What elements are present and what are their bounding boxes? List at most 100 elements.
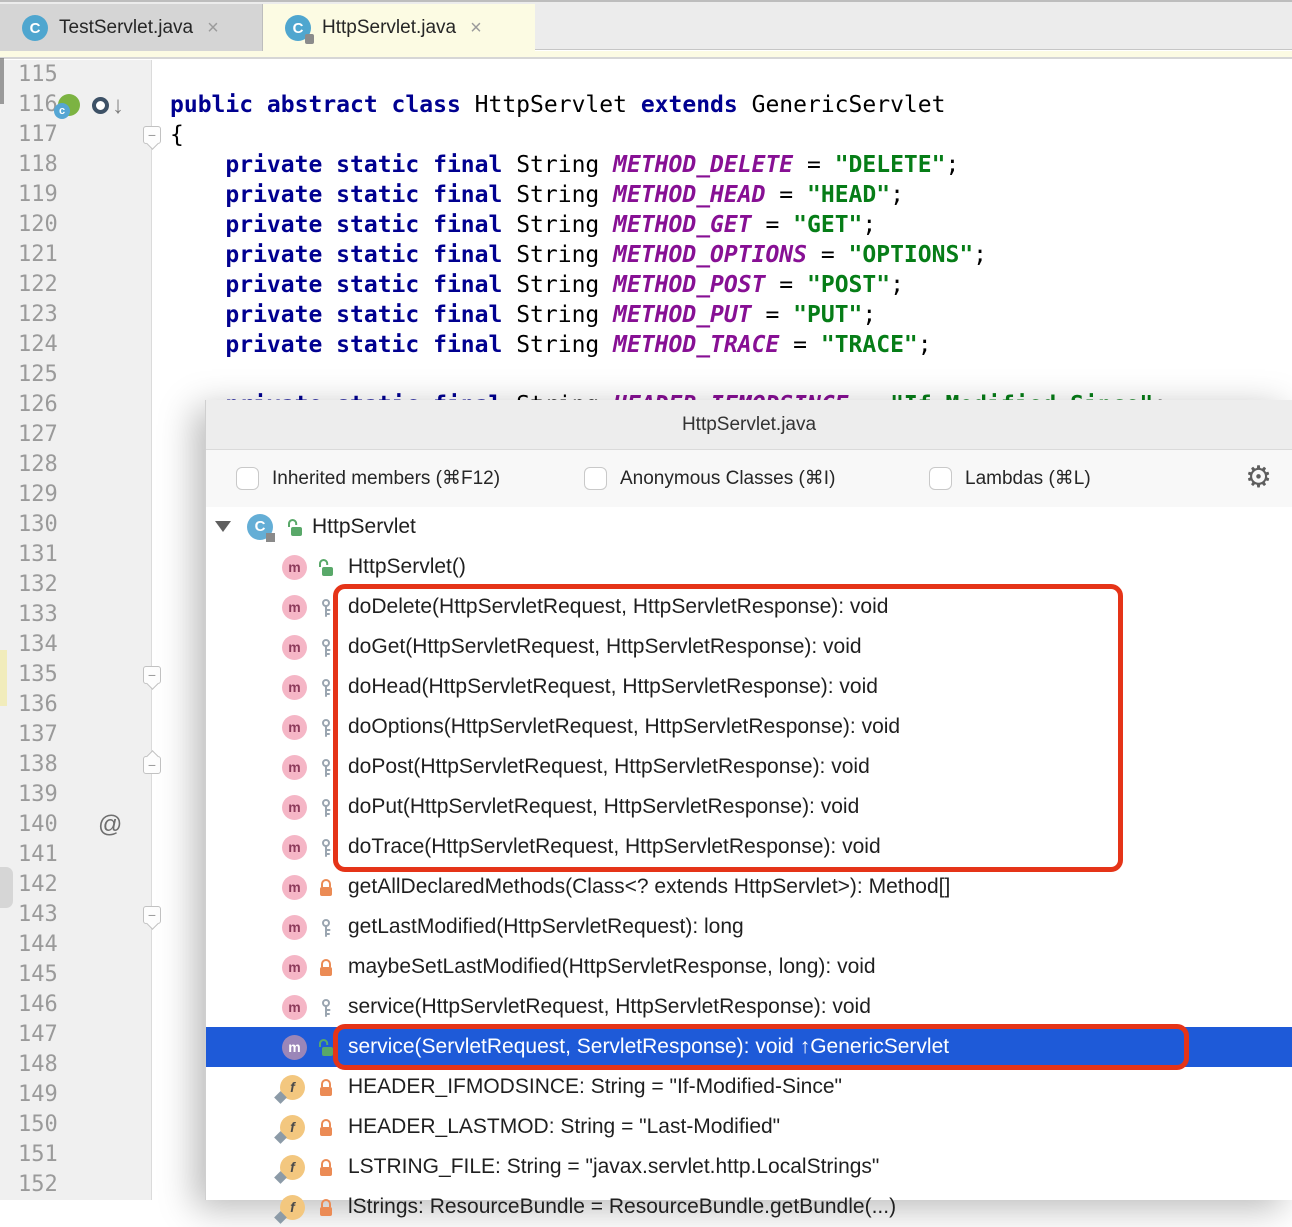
structure-row-label: HttpServlet — [312, 515, 416, 539]
structure-row-doGet[interactable]: m doGet(HttpServletRequest, HttpServletRe… — [206, 627, 1292, 667]
scrollbar-thumb[interactable] — [0, 58, 4, 104]
structure-row-doTrace[interactable]: mdoTrace(HttpServletRequest, HttpServlet… — [206, 827, 1292, 867]
structure-row-doOptions[interactable]: mdoOptions(HttpServletRequest, HttpServl… — [206, 707, 1292, 747]
code-token: METHOD_HEAD — [613, 182, 765, 208]
method-icon: m — [282, 755, 307, 780]
code-token: = — [752, 212, 794, 238]
code-token: String — [516, 242, 613, 268]
code-token: "DELETE" — [835, 152, 946, 178]
line-number: 138 — [18, 750, 98, 780]
fold-marker[interactable]: − — [143, 666, 161, 684]
fold-marker[interactable]: − — [143, 126, 161, 144]
structure-row-doPut[interactable]: mdoPut(HttpServletRequest, HttpServletRe… — [206, 787, 1292, 827]
structure-row-service[interactable]: mservice(ServletRequest, ServletResponse… — [206, 1027, 1292, 1067]
code-line[interactable]: private static final String METHOD_TRACE… — [170, 330, 932, 360]
structure-row-lStrings[interactable]: flStrings: ResourceBundle = ResourceBund… — [206, 1187, 1292, 1227]
class-icon: C — [247, 514, 273, 540]
structure-row-LSTRING_FILE[interactable]: fLSTRING_FILE: String = "javax.servlet.h… — [206, 1147, 1292, 1187]
private-lock-icon — [317, 1198, 335, 1218]
field-icon: f — [280, 1075, 305, 1100]
line-number: 137 — [18, 720, 98, 750]
tab-label: TestServlet.java — [59, 17, 193, 39]
popup-header[interactable]: HttpServlet.java — [206, 400, 1292, 450]
fold-marker[interactable]: − — [143, 906, 161, 924]
editor-gutter: 1151161171181191201211221231241251261271… — [0, 60, 152, 1200]
code-token: "OPTIONS" — [849, 242, 974, 268]
code-token: "HEAD" — [807, 182, 890, 208]
private-lock-icon — [317, 1078, 335, 1098]
checkbox[interactable] — [236, 467, 259, 490]
expand-triangle-icon[interactable] — [215, 521, 231, 532]
code-line[interactable]: private static final String METHOD_GET =… — [170, 210, 876, 240]
structure-row-doDelete[interactable]: mdoDelete(HttpServletRequest, HttpServle… — [206, 587, 1292, 627]
tab-testservlet-java[interactable]: CTestServlet.java× — [0, 4, 263, 52]
code-token: "TRACE" — [821, 332, 918, 358]
checkbox[interactable] — [584, 467, 607, 490]
line-number: 122 — [18, 270, 98, 300]
structure-row-label: HEADER_IFMODSINCE: String = "If-Modified… — [348, 1075, 842, 1099]
structure-row-maybeSetLastModified[interactable]: mmaybeSetLastModified(HttpServletRespons… — [206, 947, 1292, 987]
code-token: String — [516, 152, 613, 178]
structure-row-label: doTrace(HttpServletRequest, HttpServletR… — [348, 835, 881, 859]
bean-class-gutter-icon[interactable]: c — [58, 94, 80, 116]
code-token: = — [807, 242, 849, 268]
method-icon: m — [282, 1035, 307, 1060]
structure-row-label: maybeSetLastModified(HttpServletResponse… — [348, 955, 876, 979]
editor-tab-bar: CTestServlet.java×CHttpServlet.java× — [0, 0, 1292, 50]
gear-icon[interactable]: ⚙ — [1245, 460, 1272, 496]
structure-row-label: HEADER_LASTMOD: String = "Last-Modified" — [348, 1115, 780, 1139]
method-icon: m — [282, 555, 307, 580]
checkbox-label: Inherited members (⌘F12) — [272, 467, 500, 490]
filter-checkbox-1: Anonymous Classes (⌘I) — [584, 450, 835, 507]
code-line[interactable]: private static final String METHOD_PUT =… — [170, 300, 876, 330]
code-token: { — [170, 122, 184, 148]
annotation-at-symbol: @ — [98, 810, 138, 840]
code-token: private static final — [170, 272, 516, 298]
code-line[interactable]: private static final String METHOD_DELET… — [170, 150, 959, 180]
file-structure-popup: HttpServlet.java ⚙ Inherited members (⌘F… — [205, 400, 1292, 1200]
code-line[interactable]: private static final String METHOD_HEAD … — [170, 180, 904, 210]
code-line[interactable]: private static final String METHOD_OPTIO… — [170, 240, 987, 270]
code-token: ; — [890, 272, 904, 298]
structure-row-getLastModified[interactable]: mgetLastModified(HttpServletRequest): lo… — [206, 907, 1292, 947]
fold-marker[interactable]: − — [143, 756, 161, 774]
structure-row-doHead[interactable]: mdoHead(HttpServletRequest, HttpServletR… — [206, 667, 1292, 707]
code-token: ; — [918, 332, 932, 358]
line-number: 151 — [18, 1140, 98, 1170]
line-number: 121 — [18, 240, 98, 270]
code-token: METHOD_PUT — [613, 302, 751, 328]
line-number: 139 — [18, 780, 98, 810]
structure-row-HttpServlet[interactable]: C HttpServlet — [206, 507, 1292, 547]
checkbox[interactable] — [929, 467, 952, 490]
code-line[interactable]: private static final String METHOD_POST … — [170, 270, 904, 300]
structure-row-HEADER_IFMODSINCE[interactable]: f HEADER_IFMODSINCE: String = "If-Modifie… — [206, 1067, 1292, 1107]
method-icon: m — [282, 635, 307, 660]
code-line[interactable]: { — [170, 120, 184, 150]
abstract-badge — [266, 533, 275, 542]
structure-row-getAllDeclaredMethods[interactable]: mgetAllDeclaredMethods(Class<? extends H… — [206, 867, 1292, 907]
structure-row-label: doGet(HttpServletRequest, HttpServletRes… — [348, 635, 862, 659]
code-line[interactable]: public abstract class HttpServlet extend… — [170, 90, 945, 120]
line-number: 133 — [18, 600, 98, 630]
structure-row-service[interactable]: mservice(HttpServletRequest, HttpServlet… — [206, 987, 1292, 1027]
static-diamond-badge — [274, 1211, 287, 1224]
code-token: ; — [862, 302, 876, 328]
close-icon[interactable]: × — [203, 16, 223, 40]
filter-checkbox-2: Lambdas (⌘L) — [929, 450, 1091, 507]
checkbox-label: Lambdas (⌘L) — [965, 467, 1091, 490]
static-diamond-badge — [274, 1171, 287, 1184]
structure-row-HttpServlet[interactable]: mHttpServlet() — [206, 547, 1292, 587]
code-token: "PUT" — [793, 302, 862, 328]
line-number: 115 — [18, 60, 98, 90]
code-token: String — [516, 302, 613, 328]
structure-row-doPost[interactable]: mdoPost(HttpServletRequest, HttpServletR… — [206, 747, 1292, 787]
override-gutter-icon[interactable] — [92, 97, 109, 114]
structure-row-HEADER_LASTMOD[interactable]: fHEADER_LASTMOD: String = "Last-Modified… — [206, 1107, 1292, 1147]
popup-title: HttpServlet.java — [682, 414, 816, 436]
close-icon[interactable]: × — [466, 16, 486, 40]
line-number: 130 — [18, 510, 98, 540]
method-icon: m — [282, 795, 307, 820]
field-icon: f — [280, 1155, 305, 1180]
method-icon: m — [282, 915, 307, 940]
tab-httpservlet-java[interactable]: CHttpServlet.java× — [263, 4, 535, 52]
